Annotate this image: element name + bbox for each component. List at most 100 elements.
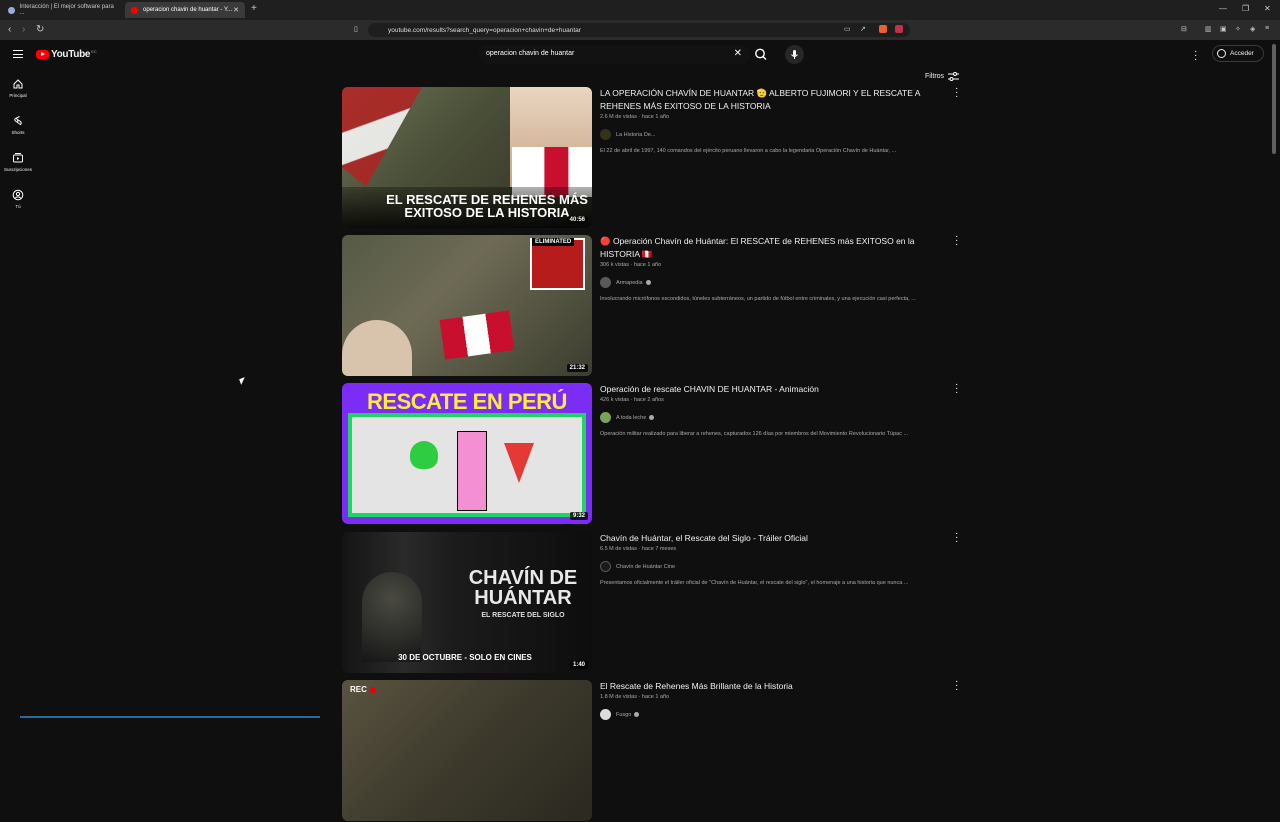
sidebar-item-subscriptions[interactable]: Suscripciones — [0, 152, 36, 172]
back-icon[interactable]: ‹ — [8, 24, 11, 35]
sidebar-item-shorts[interactable]: Shorts — [0, 115, 36, 135]
address-bar[interactable]: youtube.com/results?search_query=operaci… — [368, 23, 910, 37]
video-thumbnail[interactable]: ELIMINATED 21:32 — [342, 235, 592, 376]
video-thumbnail[interactable]: CHAVÍN DE HUÁNTAR EL RESCATE DEL SIGLO 3… — [342, 532, 592, 673]
settings-more-icon[interactable]: · · · — [1194, 47, 1198, 65]
logo-wordmark: YouTube — [51, 49, 91, 60]
leo-ai-icon[interactable]: ✧ — [1235, 25, 1241, 33]
channel-info[interactable]: Armapedia — [600, 277, 651, 288]
mouse-cursor-icon — [239, 377, 247, 385]
browser-tab-bar: Interacción | El mejor software para ...… — [0, 0, 1280, 20]
url-text: youtube.com/results?search_query=operaci… — [388, 26, 581, 34]
channel-avatar[interactable] — [600, 277, 611, 288]
video-more-actions-icon[interactable]: · · · — [955, 529, 959, 547]
sidebar-item-home[interactable]: Principal — [0, 78, 36, 98]
video-result[interactable]: ELIMINATED 21:32 🔴 Operación Chavín de H… — [342, 232, 962, 377]
minimize-icon[interactable]: — — [1219, 4, 1227, 13]
you-icon — [12, 189, 24, 201]
thumbnail-text: REC — [350, 685, 367, 694]
search-query: operacion chavin de huantar — [486, 50, 575, 57]
thumbnail-release-date: 30 DE OCTUBRE - SOLO EN CINES — [398, 653, 532, 662]
video-more-actions-icon[interactable]: · · · — [955, 677, 959, 695]
forward-icon[interactable]: › — [22, 24, 25, 35]
search-input[interactable]: operacion chavin de huantar ✕ — [478, 45, 750, 64]
close-window-icon[interactable]: ✕ — [1264, 4, 1271, 13]
reload-icon[interactable]: ↻ — [36, 24, 44, 35]
channel-avatar[interactable] — [600, 709, 611, 720]
channel-info[interactable]: Chavín de Huántar Cine — [600, 561, 675, 572]
sidebar-toggle-icon[interactable]: ▥ — [1205, 25, 1212, 33]
video-metadata: 426 k vistas · hace 2 años — [600, 397, 664, 403]
view-count: 2.6 M de vistas — [600, 114, 637, 120]
browser-tab[interactable]: Interacción | El mejor software para ... — [2, 2, 120, 18]
video-title[interactable]: El Rescate de Rehenes Más Brillante de l… — [600, 680, 948, 693]
video-title[interactable]: 🔴 Operación Chavín de Huántar: El RESCAT… — [600, 235, 948, 260]
close-tab-icon[interactable]: ✕ — [233, 6, 239, 14]
thumbnail-subtitle: EL RESCATE DEL SIGLO — [481, 612, 565, 619]
youtube-play-icon — [36, 50, 49, 59]
page-scrollbar[interactable] — [1272, 44, 1276, 154]
new-tab-button[interactable]: + — [251, 3, 257, 14]
filters-button[interactable]: Filtros — [925, 72, 960, 81]
video-more-actions-icon[interactable]: · · · — [955, 84, 959, 102]
verified-icon — [645, 280, 651, 285]
loading-progress-bar — [20, 716, 320, 718]
subscriptions-icon — [13, 153, 23, 163]
wallet-icon[interactable]: ▣ — [1220, 25, 1227, 33]
menu-icon[interactable]: ≡ — [1265, 25, 1269, 32]
share-icon[interactable]: ↗ — [860, 25, 866, 33]
video-metadata: 6.5 M de vistas · hace 7 meses — [600, 546, 677, 552]
rewards-icon[interactable] — [895, 25, 903, 33]
sidebar-item-label: Suscripciones — [3, 167, 32, 172]
view-count: 1.8 M de vistas — [600, 694, 637, 700]
channel-avatar[interactable] — [600, 129, 611, 140]
clear-search-icon[interactable]: ✕ — [734, 48, 742, 59]
video-result[interactable]: RESCATE EN PERÚ 9:32 Operación de rescat… — [342, 380, 962, 525]
microphone-icon — [791, 50, 798, 59]
video-result[interactable]: REC El Rescate de Rehenes Más Brillante … — [342, 677, 962, 822]
extensions-icon[interactable]: ⊟ — [1181, 25, 1187, 33]
browser-tab-active[interactable]: operacion chavin de huantar - Y... ✕ — [125, 2, 245, 18]
channel-info[interactable]: La Historia De... — [600, 129, 655, 140]
upload-age: hace 1 año — [633, 262, 662, 268]
youtube-logo[interactable]: YouTube EC — [36, 49, 97, 60]
video-title[interactable]: LA OPERACIÓN CHAVÍN DE HUANTAR 🫡 ALBERTO… — [600, 87, 948, 112]
cast-icon[interactable]: ▭ — [844, 25, 851, 33]
video-more-actions-icon[interactable]: · · · — [955, 380, 959, 398]
video-description: Operación militar realizado para liberar… — [600, 431, 909, 437]
channel-name[interactable]: La Historia De... — [616, 132, 655, 138]
channel-avatar[interactable] — [600, 412, 611, 423]
thumbnail-text: EL RESCATE DE REHENES MÁS EXITOSO DE LA … — [386, 192, 588, 220]
guide-menu-icon[interactable] — [13, 50, 23, 58]
bookmark-icon[interactable]: ▯ — [354, 25, 358, 33]
recording-dot-icon — [370, 687, 376, 693]
video-thumbnail[interactable]: REC — [342, 680, 592, 821]
sign-in-button[interactable]: Acceder — [1212, 45, 1264, 62]
tab-title: Interacción | El mejor software para ... — [19, 4, 114, 16]
restore-icon[interactable]: ❐ — [1242, 4, 1249, 13]
view-count: 6.5 M de vistas — [600, 546, 637, 552]
vpn-shield-icon[interactable]: ◈ — [1250, 25, 1255, 33]
video-thumbnail[interactable]: EL RESCATE DE REHENES MÁS EXITOSO DE LA … — [342, 87, 592, 228]
tab-title: operacion chavin de huantar - Y... — [143, 7, 233, 13]
channel-info[interactable]: Fusgo — [600, 709, 640, 720]
video-result[interactable]: EL RESCATE DE REHENES MÁS EXITOSO DE LA … — [342, 84, 962, 229]
search-button[interactable] — [752, 45, 770, 64]
video-more-actions-icon[interactable]: · · · — [955, 232, 959, 250]
sidebar-item-you[interactable]: Tú — [0, 189, 36, 209]
channel-name[interactable]: Armapedia — [616, 280, 643, 286]
voice-search-button[interactable] — [785, 45, 804, 64]
video-duration: 9:32 — [569, 512, 588, 520]
brave-shields-icon[interactable] — [879, 25, 887, 33]
channel-name[interactable]: Fusgo — [616, 712, 631, 718]
channel-name[interactable]: A toda leche — [616, 415, 646, 421]
video-thumbnail[interactable]: RESCATE EN PERÚ 9:32 — [342, 383, 592, 524]
channel-name[interactable]: Chavín de Huántar Cine — [616, 564, 675, 570]
video-result[interactable]: CHAVÍN DE HUÁNTAR EL RESCATE DEL SIGLO 3… — [342, 529, 962, 674]
channel-info[interactable]: A toda leche — [600, 412, 655, 423]
video-title[interactable]: Chavín de Huántar, el Rescate del Siglo … — [600, 532, 948, 545]
video-duration: 21:32 — [566, 364, 588, 372]
country-code: EC — [91, 48, 97, 54]
video-title[interactable]: Operación de rescate CHAVIN DE HUANTAR -… — [600, 383, 948, 396]
channel-avatar[interactable] — [600, 561, 611, 572]
